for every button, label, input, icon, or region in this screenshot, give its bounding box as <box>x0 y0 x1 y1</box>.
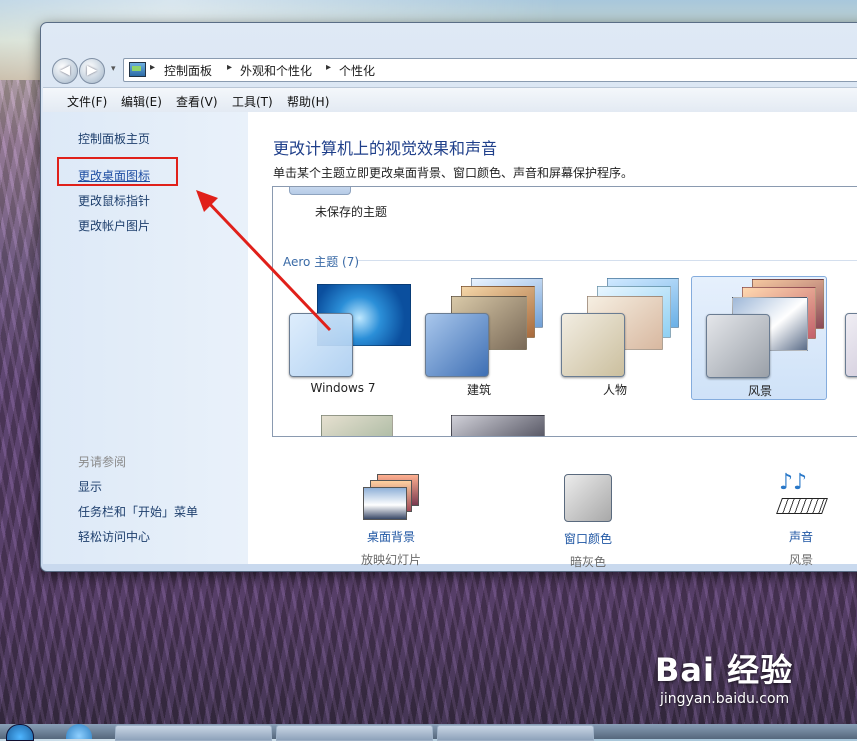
taskbar <box>0 724 857 741</box>
start-button[interactable] <box>6 724 34 741</box>
watermark-url: jingyan.baidu.com <box>660 691 790 707</box>
internet-explorer-icon[interactable] <box>66 724 92 739</box>
baidu-watermark: Bai 经验 jingyan.baidu.com <box>655 645 793 707</box>
annotation-arrow <box>196 190 332 332</box>
watermark-brand: Bai 经验 <box>655 651 794 689</box>
